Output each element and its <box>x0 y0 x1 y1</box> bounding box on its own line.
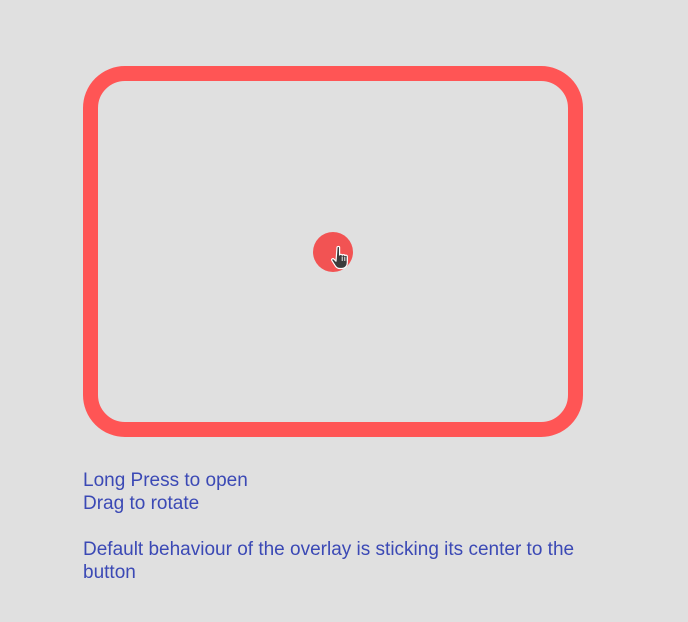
instruction-drag: Drag to rotate <box>83 493 200 514</box>
instructions-text: Long Press to open Drag to rotate Defaul… <box>83 469 603 584</box>
instruction-long-press: Long Press to open <box>83 470 248 491</box>
overlay-trigger-button[interactable] <box>313 232 353 272</box>
instruction-note: Default behaviour of the overlay is stic… <box>83 539 575 583</box>
